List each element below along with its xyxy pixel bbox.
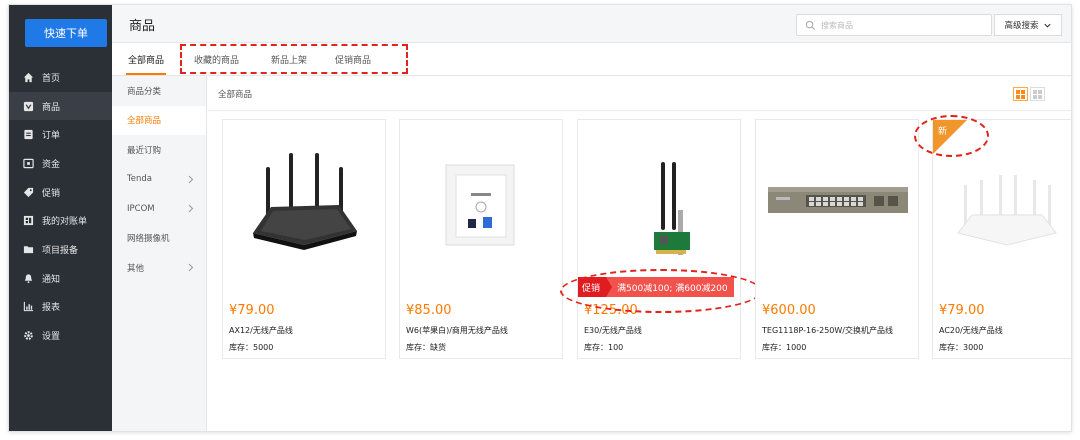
product-stock: 库存：3000 — [939, 343, 984, 352]
sidebar-item-settings[interactable]: 设置 — [9, 321, 112, 350]
product-stock: 库存：缺货 — [406, 343, 446, 352]
chevron-right-icon — [188, 204, 194, 213]
list-icon — [1033, 89, 1042, 99]
sidebar-item-reports[interactable]: 报表 — [9, 293, 112, 322]
pcie-card-icon — [578, 120, 740, 290]
app-window: 快速下单 首页 商品 订单 资金 促销 我的对账单 项目报备 通知 报表 设置 … — [8, 4, 1072, 432]
product-card[interactable]: ¥79.00 AX12/无线产品线 库存：5000 — [222, 119, 386, 359]
product-content: 全部商品 ¥79.00 AX12/无线产品线 库存：5000 ¥85.00 W6… — [208, 76, 1071, 431]
sidebar-item-label: 首页 — [42, 73, 61, 84]
category-item-other[interactable]: 其他 — [112, 253, 206, 283]
product-price: ¥85.00 — [406, 303, 452, 318]
list-view-button[interactable] — [1030, 87, 1045, 101]
sidebar: 快速下单 首页 商品 订单 资金 促销 我的对账单 项目报备 通知 报表 设置 — [9, 5, 112, 431]
product-icon — [23, 101, 34, 112]
search-placeholder: 搜索商品 — [821, 20, 853, 30]
quick-order-button[interactable]: 快速下单 — [25, 19, 107, 47]
chevron-down-icon — [1043, 23, 1051, 28]
gear-icon — [23, 330, 34, 341]
category-item-all[interactable]: 全部商品 — [112, 105, 206, 135]
sidebar-item-home[interactable]: 首页 — [9, 63, 112, 92]
advanced-search-button[interactable]: 高级搜索 — [994, 14, 1062, 36]
sidebar-item-statements[interactable]: 我的对账单 — [9, 206, 112, 235]
product-name[interactable]: AX12/无线产品线 — [229, 325, 293, 336]
page-title: 商品 — [129, 19, 156, 34]
product-stock: 库存：5000 — [229, 343, 274, 352]
annotation-dashed-ellipse — [914, 115, 989, 157]
product-card[interactable]: ¥85.00 W6(苹果白)/商用无线产品线 库存：缺货 — [399, 119, 563, 359]
sidebar-item-label: 我的对账单 — [42, 217, 88, 228]
active-tab-indicator — [126, 73, 166, 75]
statement-icon — [23, 215, 34, 226]
order-icon — [23, 129, 34, 140]
product-stock: 库存：100 — [584, 343, 624, 352]
sidebar-item-label: 订单 — [42, 131, 61, 142]
advanced-search-label: 高级搜索 — [1004, 21, 1039, 31]
product-name[interactable]: AC20/无线产品线 — [939, 325, 1003, 336]
sidebar-item-notifications[interactable]: 通知 — [9, 264, 112, 293]
sidebar-item-label: 项目报备 — [42, 245, 79, 256]
wall-ap-icon — [400, 120, 562, 290]
category-item-ip-camera[interactable]: 网络摄像机 — [112, 224, 206, 254]
tab-all-products[interactable]: 全部商品 — [128, 53, 164, 66]
grid-view-button[interactable] — [1013, 87, 1028, 101]
product-name[interactable]: TEG1118P-16-250W/交换机产品线 — [762, 325, 893, 336]
sidebar-item-promotions[interactable]: 促销 — [9, 178, 112, 207]
chevron-right-icon — [188, 175, 194, 184]
chevron-right-icon — [188, 263, 194, 272]
search-icon — [805, 20, 816, 30]
sidebar-item-label: 报表 — [42, 303, 61, 314]
divider — [208, 110, 1071, 111]
product-card[interactable]: ¥600.00 TEG1118P-16-250W/交换机产品线 库存：1000 — [755, 119, 919, 359]
search-input[interactable]: 搜索商品 — [796, 14, 992, 36]
sidebar-item-project-report[interactable]: 项目报备 — [9, 235, 112, 264]
switch-icon — [756, 120, 918, 290]
sidebar-item-products[interactable]: 商品 — [9, 91, 112, 121]
fund-icon — [23, 158, 34, 169]
category-item-recent[interactable]: 最近订购 — [112, 135, 206, 165]
folder-icon — [23, 244, 34, 255]
category-item-tenda[interactable]: Tenda — [112, 165, 206, 195]
sidebar-item-label: 设置 — [42, 332, 61, 343]
sidebar-item-label: 通知 — [42, 274, 61, 285]
product-price: ¥79.00 — [229, 303, 275, 318]
wifi-router-icon — [223, 120, 385, 290]
sidebar-item-funds[interactable]: 资金 — [9, 149, 112, 178]
sidebar-item-label: 促销 — [42, 188, 61, 199]
product-stock: 库存：1000 — [762, 343, 807, 352]
product-name[interactable]: W6(苹果白)/商用无线产品线 — [406, 325, 508, 336]
product-name[interactable]: E30/无线产品线 — [584, 325, 642, 336]
sidebar-item-label: 商品 — [42, 102, 61, 113]
product-price: ¥79.00 — [939, 303, 985, 318]
grid-icon — [1016, 89, 1025, 99]
bell-icon — [23, 273, 34, 284]
home-icon — [23, 72, 34, 83]
breadcrumb: 全部商品 — [218, 90, 253, 100]
sidebar-item-orders[interactable]: 订单 — [9, 120, 112, 149]
annotation-dashed-ellipse — [560, 269, 762, 313]
category-header: 商品分类 — [127, 86, 162, 97]
tag-icon — [23, 187, 34, 198]
product-card[interactable]: 促销 满500减100; 满600减200 ¥125.00 E30/无线产品线 … — [577, 119, 741, 359]
category-panel: 商品分类 全部商品 最近订购 Tenda IPCOM 网络摄像机 其他 — [112, 76, 207, 431]
view-toggle — [1013, 87, 1045, 101]
sidebar-nav: 首页 商品 订单 资金 促销 我的对账单 项目报备 通知 报表 设置 — [9, 63, 112, 350]
top-header: 商品 搜索商品 高级搜索 — [112, 5, 1071, 43]
annotation-dashed-box — [180, 44, 408, 74]
chart-icon — [23, 301, 34, 312]
category-item-ipcom[interactable]: IPCOM — [112, 194, 206, 224]
sidebar-item-label: 资金 — [42, 159, 61, 170]
product-price: ¥600.00 — [762, 303, 816, 318]
